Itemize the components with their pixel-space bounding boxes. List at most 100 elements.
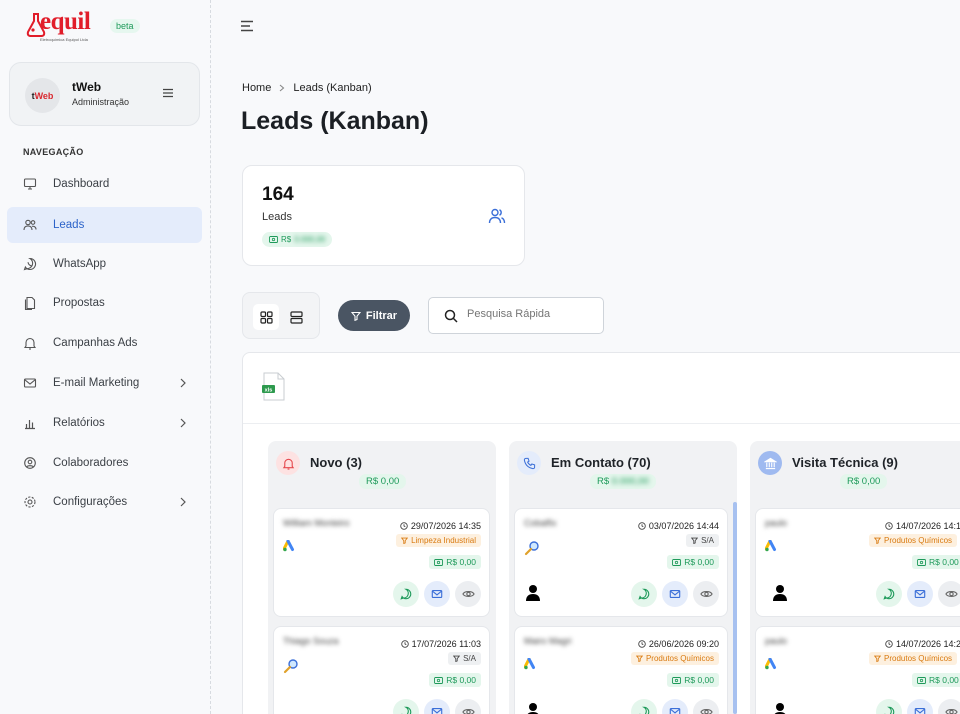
email-button[interactable] xyxy=(662,699,688,714)
menu-icon[interactable] xyxy=(162,88,174,98)
lead-card[interactable]: Thiago Souza 17/07/2026 11:03 S/A R$ 0,0… xyxy=(273,626,490,714)
sidebar-item-label: Configurações xyxy=(53,496,128,508)
email-button[interactable] xyxy=(907,699,933,714)
quick-search[interactable] xyxy=(428,297,604,334)
document-icon xyxy=(24,296,36,310)
person-icon xyxy=(526,585,540,601)
lead-value: R$ 0,00 xyxy=(912,555,960,569)
whatsapp-button[interactable] xyxy=(876,699,902,714)
sidebar: equil Eletroquímica Equipol Ltda beta tW… xyxy=(0,0,211,714)
user-role: Administração xyxy=(72,97,130,107)
whatsapp-button[interactable] xyxy=(393,699,419,714)
lead-actions xyxy=(631,581,719,607)
view-button[interactable] xyxy=(693,581,719,607)
sidebar-item-propostas[interactable]: Propostas xyxy=(7,285,202,321)
column-total: R$ 0,00 xyxy=(359,474,407,489)
column-scrollbar[interactable] xyxy=(733,502,737,714)
email-button[interactable] xyxy=(907,581,933,607)
view-button[interactable] xyxy=(938,699,960,714)
sidebar-item-colaboradores[interactable]: Colaboradores xyxy=(7,445,202,481)
list-view-button[interactable] xyxy=(283,304,309,330)
breadcrumb: Home Leads (Kanban) xyxy=(242,82,372,94)
whatsapp-button[interactable] xyxy=(631,581,657,607)
sidebar-item-campanhas-ads[interactable]: Campanhas Ads xyxy=(7,325,202,361)
column-title: Novo (3) xyxy=(310,455,362,470)
lead-card[interactable]: William Monteiro 29/07/2026 14:35 Limpez… xyxy=(273,508,490,617)
user-name: tWeb xyxy=(72,80,102,94)
lead-tag: S/A xyxy=(686,534,719,547)
lead-name: paulo xyxy=(765,636,788,646)
sidebar-item-whatsapp[interactable]: WhatsApp xyxy=(7,246,202,282)
sidebar-toggle-icon[interactable] xyxy=(240,20,254,32)
sidebar-item-dashboard[interactable]: Dashboard xyxy=(7,166,202,202)
page-title: Leads (Kanban) xyxy=(241,107,429,135)
leads-label: Leads xyxy=(262,211,292,223)
eye-icon xyxy=(699,591,713,597)
breadcrumb-current: Leads (Kanban) xyxy=(293,82,372,94)
kanban-view-button[interactable] xyxy=(253,304,279,330)
eye-icon xyxy=(944,591,958,597)
lead-card[interactable]: Cobalfix 03/07/2026 14:44 S/A R$ 0,00 xyxy=(514,508,728,617)
search-icon xyxy=(444,309,458,323)
lead-value: R$ 0,00 xyxy=(667,555,719,569)
magnifier-icon xyxy=(524,541,539,556)
sidebar-item-relatorios[interactable]: Relatórios xyxy=(7,405,202,441)
money-icon xyxy=(434,676,444,684)
view-button[interactable] xyxy=(455,699,481,714)
phone-icon xyxy=(517,451,541,475)
breadcrumb-home[interactable]: Home xyxy=(242,82,271,94)
whatsapp-button[interactable] xyxy=(631,699,657,714)
email-button[interactable] xyxy=(424,581,450,607)
mail-icon xyxy=(669,708,681,714)
sidebar-item-configuracoes[interactable]: Configurações xyxy=(7,484,202,520)
sidebar-item-label: Colaboradores xyxy=(53,457,129,469)
column-title: Em Contato (70) xyxy=(551,455,651,470)
filter-icon xyxy=(401,537,409,544)
excel-export-icon[interactable]: xls xyxy=(262,372,286,401)
lead-card[interactable]: paulo 14/07/2026 14:26 Produtos Químicos… xyxy=(755,626,960,714)
whatsapp-icon xyxy=(401,706,412,714)
beta-badge: beta xyxy=(110,19,140,33)
clock-icon xyxy=(885,640,893,648)
lead-date: 14/07/2026 14:10 xyxy=(885,521,960,531)
leads-total-badge: R$ 0.000,00 xyxy=(262,232,333,247)
brand-logo[interactable]: equil Eletroquímica Equipol Ltda xyxy=(26,8,91,42)
filter-icon xyxy=(453,655,461,662)
email-button[interactable] xyxy=(662,581,688,607)
chevron-right-icon xyxy=(279,84,285,92)
sidebar-item-email-marketing[interactable]: E-mail Marketing xyxy=(7,365,202,401)
filter-icon xyxy=(874,537,881,544)
lead-name: Thiago Souza xyxy=(283,636,339,646)
whatsapp-button[interactable] xyxy=(393,581,419,607)
leads-count: 164 xyxy=(262,184,294,205)
email-button[interactable] xyxy=(424,699,450,714)
lead-date: 26/06/2026 09:20 xyxy=(638,639,719,649)
chevron-right-icon xyxy=(180,418,186,428)
whatsapp-button[interactable] xyxy=(876,581,902,607)
view-button[interactable] xyxy=(455,581,481,607)
mail-icon xyxy=(431,708,443,714)
filter-icon xyxy=(874,655,881,662)
avatar: t Web xyxy=(25,78,60,113)
google-ads-icon xyxy=(765,658,776,670)
money-icon xyxy=(269,236,278,243)
view-button[interactable] xyxy=(938,581,960,607)
bank-icon xyxy=(758,451,782,475)
money-icon xyxy=(917,558,926,566)
magnifier-icon xyxy=(283,659,298,674)
lead-name: paulo xyxy=(765,518,788,528)
kanban-column-visita-tecnica: Visita Técnica (9) R$ 0,00 paulo 14/07/2… xyxy=(750,441,960,714)
lead-card[interactable]: Mairo Magri 26/06/2026 09:20 Produtos Qu… xyxy=(514,626,728,714)
filter-button[interactable]: Filtrar xyxy=(338,300,410,331)
whatsapp-icon xyxy=(638,588,650,600)
lead-date: 17/07/2026 11:03 xyxy=(400,639,481,649)
user-card[interactable]: t Web tWeb Administração xyxy=(9,62,200,126)
view-button[interactable] xyxy=(693,699,719,714)
mail-icon xyxy=(669,590,681,598)
sidebar-item-leads[interactable]: Leads xyxy=(7,207,202,243)
svg-text:xls: xls xyxy=(265,387,273,393)
search-input[interactable] xyxy=(467,308,597,320)
leads-stat-card: 164 Leads R$ 0.000,00 xyxy=(242,165,525,266)
lead-card[interactable]: paulo 14/07/2026 14:10 Produtos Químicos… xyxy=(755,508,960,617)
bell-icon xyxy=(276,451,300,475)
